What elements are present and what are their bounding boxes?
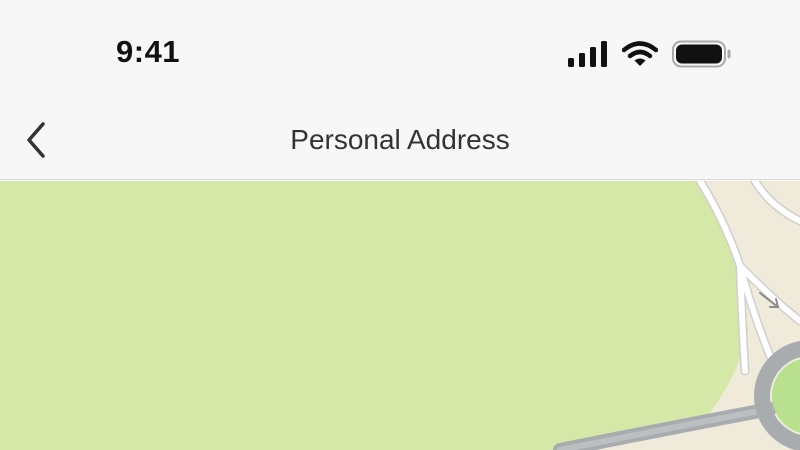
status-icons (568, 38, 732, 70)
status-bar: 9:41 (0, 0, 800, 100)
page-title: Personal Address (290, 124, 510, 155)
battery-icon (672, 40, 731, 68)
map-view[interactable] (0, 181, 800, 450)
map-canvas (0, 181, 800, 450)
screen: 9:41 Personal Address (0, 0, 800, 450)
park-area (0, 181, 800, 450)
signal-icon (568, 41, 607, 67)
wifi-icon (622, 41, 658, 66)
status-time: 9:41 (116, 34, 181, 69)
nav-bar: Personal Address (0, 100, 800, 180)
